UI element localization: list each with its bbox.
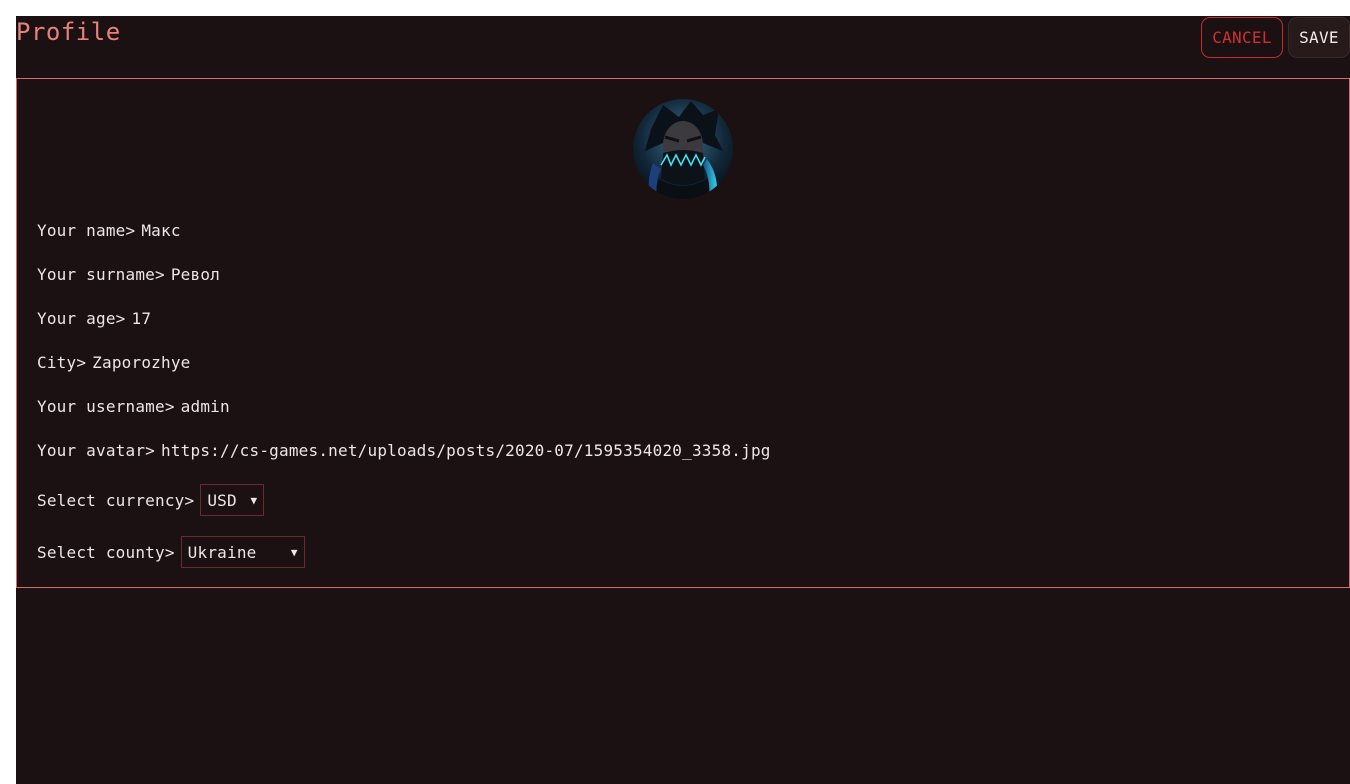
username-label: Your username> [37,397,175,416]
profile-card: Your name> Макс Your surname> Револ Your… [16,78,1350,588]
profile-page: Profile CANCEL SAVE Your name> Макс Your… [16,16,1350,784]
avatar [633,99,733,199]
country-row: Select county> Ukraine ▼ [37,536,305,568]
page-title: Profile [16,18,121,46]
surname-value[interactable]: Револ [171,265,220,284]
name-row: Your name> Макс [37,221,181,240]
avatar-url-row: Your avatar> https://cs-games.net/upload… [37,441,771,460]
city-value[interactable]: Zaporozhye [92,353,190,372]
age-label: Your age> [37,309,126,328]
username-row: Your username> admin [37,397,230,416]
save-button[interactable]: SAVE [1288,17,1350,58]
avatar-icon [633,99,733,199]
surname-row: Your surname> Револ [37,265,220,284]
country-label: Select county> [37,542,175,562]
age-value[interactable]: 17 [132,309,152,328]
avatar-url-label: Your avatar> [37,441,155,460]
city-label: City> [37,353,87,372]
country-selected: Ukraine [187,542,257,562]
cancel-button[interactable]: CANCEL [1201,17,1283,58]
age-row: Your age> 17 [37,309,151,328]
country-select[interactable]: Ukraine ▼ [180,536,305,568]
chevron-down-icon: ▼ [290,545,298,559]
surname-label: Your surname> [37,265,165,284]
name-value[interactable]: Макс [141,221,180,240]
header-actions: CANCEL SAVE [1201,17,1350,58]
currency-label: Select currency> [37,490,195,510]
currency-selected: USD [207,490,237,510]
avatar-url-value[interactable]: https://cs-games.net/uploads/posts/2020-… [161,441,771,460]
currency-row: Select currency> USD ▼ [37,484,265,516]
chevron-down-icon: ▼ [250,493,258,507]
currency-select[interactable]: USD ▼ [200,484,265,516]
name-label: Your name> [37,221,136,240]
username-value[interactable]: admin [181,397,230,416]
city-row: City> Zaporozhye [37,353,191,372]
